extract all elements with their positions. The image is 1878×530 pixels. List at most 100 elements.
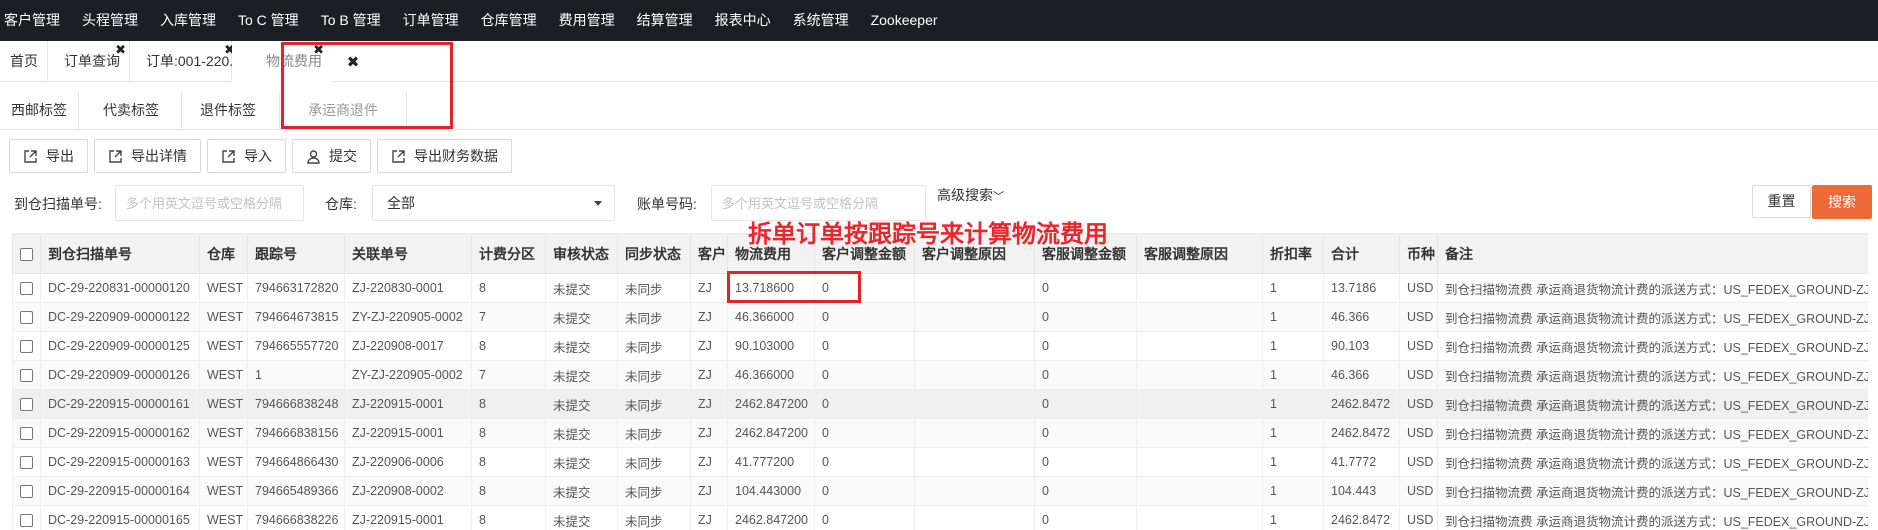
table-cell: 794666838156 — [247, 418, 345, 448]
subtab-return-label[interactable]: 退件标签 — [182, 91, 280, 130]
table-cell: 2462.8472 — [1323, 505, 1400, 530]
nav-item[interactable]: 入库管理 — [154, 0, 232, 41]
table-row[interactable]: DC-29-220915-00000161 WEST 794666838248 ZJ-… — [12, 389, 1868, 419]
column-header[interactable]: 到仓扫描单号 — [40, 233, 200, 274]
advanced-search-toggle[interactable]: 高级搜索﹀ — [937, 185, 1004, 205]
row-checkbox[interactable] — [20, 340, 33, 354]
table-cell: 794666838248 — [247, 389, 345, 419]
tab-label: 首页 — [10, 53, 38, 69]
nav-item[interactable]: 订单管理 — [397, 0, 475, 41]
table-row[interactable]: DC-29-220915-00000163 WEST 794664866430 ZJ-… — [12, 447, 1868, 477]
row-checkbox[interactable] — [20, 456, 33, 470]
table-cell: 1 — [1262, 418, 1324, 448]
column-header[interactable]: 折扣率 — [1262, 233, 1324, 274]
nav-item[interactable]: 客户管理 — [0, 0, 76, 41]
table-cell: ZJ-220908-0002 — [344, 476, 472, 506]
export-button[interactable]: 导出 — [9, 139, 88, 173]
export-detail-button[interactable]: 导出详情 — [94, 139, 201, 173]
annotation-text: 拆单订单按跟踪号来计算物流费用 — [748, 221, 1108, 248]
table-row[interactable]: DC-29-220915-00000164 WEST 794665489366 ZJ-… — [12, 476, 1868, 506]
nav-item[interactable]: 系统管理 — [787, 0, 865, 41]
table-cell: 未提交 — [545, 360, 618, 390]
column-header[interactable]: 跟踪号 — [247, 233, 345, 274]
table-cell: 未同步 — [617, 302, 691, 332]
table-cell: 未提交 — [545, 505, 618, 530]
table-cell: 到仓扫描物流费 承运商退货物流计费的派送方式：US_FEDEX_GROUND-Z… — [1437, 505, 1868, 530]
scan-number-input[interactable] — [115, 185, 304, 221]
table-cell: 8 — [471, 447, 546, 477]
tab-logistics-fee[interactable]: 物流费用 ✖ — [232, 41, 330, 82]
column-header[interactable]: 备注 — [1437, 233, 1868, 274]
column-header[interactable]: 合计 — [1323, 233, 1400, 274]
export-finance-button[interactable]: 导出财务数据 — [377, 139, 512, 173]
column-header[interactable]: 关联单号 — [344, 233, 472, 274]
column-header[interactable]: 同步状态 — [617, 233, 691, 274]
export-finance-button-label: 导出财务数据 — [414, 148, 498, 164]
table-cell: 1 — [1262, 331, 1324, 361]
table-row[interactable]: DC-29-220831-00000120 WEST 794663172820 ZJ-… — [12, 273, 1868, 303]
warehouse-select[interactable]: 全部 — [372, 185, 615, 221]
row-checkbox[interactable] — [20, 311, 33, 325]
table-cell: 8 — [471, 273, 546, 303]
table-row[interactable]: DC-29-220909-00000122 WEST 794664673815 ZY-… — [12, 302, 1868, 332]
column-header[interactable]: 计费分区 — [471, 233, 546, 274]
table-cell: 未同步 — [617, 505, 691, 530]
row-checkbox[interactable] — [20, 427, 33, 441]
nav-item[interactable]: 结算管理 — [631, 0, 709, 41]
table-cell: 104.443 — [1323, 476, 1400, 506]
close-icon[interactable]: ✖ — [330, 41, 376, 82]
close-icon[interactable]: ✖ — [115, 43, 126, 56]
table-row[interactable]: DC-29-220915-00000165 WEST 794666838226 ZJ-… — [12, 505, 1868, 530]
nav-item[interactable]: 费用管理 — [553, 0, 631, 41]
row-checkbox[interactable] — [20, 369, 33, 383]
search-button[interactable]: 搜索 — [1812, 185, 1872, 219]
subtab-consign-label[interactable]: 代卖标签 — [79, 91, 182, 130]
row-checkbox[interactable] — [20, 398, 33, 412]
import-button[interactable]: 导入 — [207, 139, 286, 173]
table-cell: 46.366 — [1323, 360, 1400, 390]
nav-item[interactable]: 仓库管理 — [475, 0, 553, 41]
row-checkbox[interactable] — [20, 485, 33, 499]
table-row[interactable]: DC-29-220909-00000126 WEST 1 ZY-ZJ-220905-0… — [12, 360, 1868, 390]
table-cell: 到仓扫描物流费 承运商退货物流计费的派送方式：US_FEDEX_GROUND-Z… — [1437, 360, 1868, 390]
table-cell: DC-29-220915-00000164 — [40, 476, 200, 506]
column-header[interactable]: 仓库 — [199, 233, 248, 274]
tab-order-detail[interactable]: 订单:001-220... ✖ — [130, 41, 241, 82]
table-row[interactable]: DC-29-220909-00000125 WEST 794665557720 ZJ-… — [12, 331, 1868, 361]
close-icon[interactable]: ✖ — [313, 43, 324, 56]
column-header[interactable]: 客户 — [690, 233, 728, 274]
subtab-carrier-return[interactable]: 承运商退件 — [280, 91, 407, 130]
table-cell: 未提交 — [545, 389, 618, 419]
submit-button[interactable]: 提交 — [292, 139, 371, 173]
nav-item[interactable]: To B 管理 — [315, 0, 397, 41]
table-cell: DC-29-220915-00000165 — [40, 505, 200, 530]
table-cell: 2462.847200 — [727, 505, 815, 530]
table-cell: 到仓扫描物流费 承运商退货物流计费的派送方式：US_FEDEX_GROUND-Z… — [1437, 418, 1868, 448]
column-header[interactable]: 币种 — [1399, 233, 1438, 274]
table-cell — [1136, 360, 1263, 390]
reset-button[interactable]: 重置 — [1752, 185, 1811, 218]
table-cell: 1 — [1262, 476, 1324, 506]
table-cell: 到仓扫描物流费 承运商退货物流计费的派送方式：US_FEDEX_GROUND-Z… — [1437, 447, 1868, 477]
table-cell: 0 — [1034, 389, 1137, 419]
table-cell: ZY-ZJ-220905-0002 — [344, 360, 472, 390]
nav-item[interactable]: Zookeeper — [865, 0, 954, 41]
column-header[interactable]: 审核状态 — [545, 233, 618, 274]
nav-item[interactable]: 头程管理 — [76, 0, 154, 41]
row-checkbox[interactable] — [20, 514, 33, 528]
table-cell — [914, 302, 1035, 332]
table-cell: 90.103 — [1323, 331, 1400, 361]
row-select-cell — [12, 360, 41, 390]
tab-home[interactable]: 首页 — [0, 41, 48, 82]
table-cell — [914, 476, 1035, 506]
table-cell: ZJ-220915-0001 — [344, 389, 472, 419]
nav-item[interactable]: 报表中心 — [709, 0, 787, 41]
nav-item[interactable]: To C 管理 — [232, 0, 315, 41]
column-header[interactable]: 客服调整原因 — [1136, 233, 1263, 274]
select-all-checkbox[interactable] — [20, 248, 33, 262]
subtab-west-post-label[interactable]: 西邮标签 — [0, 91, 79, 130]
sub-tabs: 西邮标签 代卖标签 退件标签 承运商退件 — [0, 91, 1878, 130]
row-checkbox[interactable] — [20, 282, 33, 296]
tab-order-query[interactable]: 订单查询 ✖ — [48, 41, 130, 82]
table-row[interactable]: DC-29-220915-00000162 WEST 794666838156 ZJ-… — [12, 418, 1868, 448]
